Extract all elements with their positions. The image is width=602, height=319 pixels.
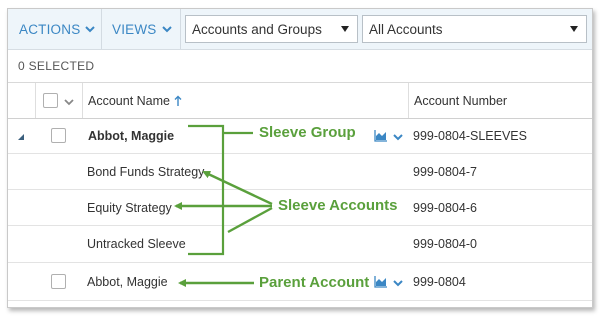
sleeve-group-annotation: Sleeve Group [259,124,356,141]
account-name-cell[interactable]: Equity Strategy [87,201,172,215]
chevron-down-icon [161,26,172,33]
group-filter-value: Accounts and Groups [192,21,322,37]
row-checkbox[interactable] [51,128,66,143]
accounts-grid-panel: ACTIONS VIEWS Accounts and Groups All Ac… [7,8,593,308]
dropdown-caret-icon [570,26,578,32]
sleeve-accounts-annotation: Sleeve Accounts [278,197,398,214]
sort-ascending-icon [174,95,182,106]
actions-menu-button[interactable]: ACTIONS [19,9,96,49]
account-name-cell[interactable]: Abbot, Maggie [87,275,168,289]
column-divider [408,83,409,118]
table-row[interactable]: Bond Funds Strategy 999-0804-7 [8,154,592,190]
group-filter-select[interactable]: Accounts and Groups [185,15,358,43]
account-number-cell: 999-0804 [413,275,466,289]
account-name-header[interactable]: Account Name [88,83,182,119]
accounts-filter-select[interactable]: All Accounts [362,15,587,43]
account-number-cell: 999-0804-7 [413,165,477,179]
chart-icon[interactable] [374,129,388,142]
chevron-down-icon[interactable] [393,278,403,288]
dropdown-caret-icon [341,26,349,32]
account-number-cell: 999-0804-0 [413,237,477,251]
selection-count-bar: 0 SELECTED [8,50,592,83]
chevron-down-icon[interactable] [64,97,74,107]
parent-account-annotation: Parent Account [259,274,370,291]
actions-label: ACTIONS [19,21,81,37]
toolbar-divider [101,9,102,49]
selected-count: 0 SELECTED [18,59,95,73]
account-name-header-label: Account Name [88,94,170,108]
table-header: Account Name Account Number [8,83,592,119]
row-checkbox[interactable] [51,274,66,289]
collapse-triangle-icon[interactable] [17,133,25,141]
account-number-header[interactable]: Account Number [414,83,507,119]
select-all-checkbox[interactable] [43,93,58,108]
account-number-cell: 999-0804-SLEEVES [413,129,527,143]
column-divider [82,83,83,118]
chevron-down-icon[interactable] [393,132,403,142]
chevron-down-icon [85,26,96,33]
views-label: VIEWS [112,21,157,37]
chart-icon[interactable] [374,275,388,288]
toolbar: ACTIONS VIEWS Accounts and Groups All Ac… [8,9,592,50]
column-divider [35,83,36,118]
table-row[interactable]: Untracked Sleeve 999-0804-0 [8,226,592,263]
toolbar-divider [180,9,181,49]
account-name-cell[interactable]: Bond Funds Strategy [87,165,204,179]
account-name-cell[interactable]: Abbot, Maggie [88,129,174,143]
accounts-filter-value: All Accounts [369,21,443,37]
account-number-header-label: Account Number [414,94,508,108]
views-menu-button[interactable]: VIEWS [112,9,172,49]
account-number-cell: 999-0804-6 [413,201,477,215]
account-name-cell[interactable]: Untracked Sleeve [87,237,186,251]
